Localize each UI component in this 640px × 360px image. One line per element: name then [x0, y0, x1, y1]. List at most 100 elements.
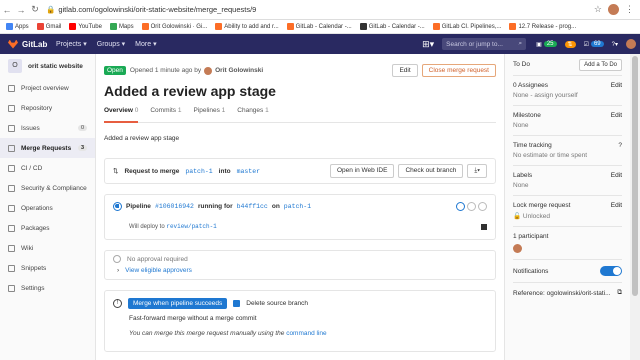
browser-menu-icon[interactable]: ⋮: [625, 4, 634, 15]
gitlab-logo[interactable]: GitLab: [8, 39, 56, 49]
sidebar-item-project-overview[interactable]: Project overview: [0, 78, 95, 98]
pipeline-id-link[interactable]: #106016942: [155, 203, 194, 210]
bookmark-label: Gmail: [45, 23, 62, 30]
author-name[interactable]: Orit Golowinski: [215, 67, 263, 74]
stage-running-icon[interactable]: [456, 202, 465, 211]
running-status-icon[interactable]: [113, 202, 122, 211]
bookmark-favicon-icon: [286, 23, 294, 30]
add-todo-button[interactable]: Add a To Do: [579, 58, 622, 71]
todo-section: To Do Add a To Do: [513, 54, 622, 76]
top-menu: Projects ▾ Groups ▾ More ▾: [56, 40, 157, 48]
bookmark-item[interactable]: Maps: [109, 23, 134, 30]
bookmark-item[interactable]: 12.7 Release - prog...: [509, 23, 576, 30]
participant-avatar[interactable]: [513, 244, 522, 253]
sidebar-item-security-compliance[interactable]: Security & Compliance: [0, 178, 95, 198]
sidebar-item-label: Merge Requests: [21, 144, 72, 152]
pipeline-label: Pipeline: [126, 203, 151, 210]
back-icon[interactable]: ←: [0, 5, 14, 15]
deploy-target-link[interactable]: review/patch-1: [166, 223, 216, 230]
notifications-toggle[interactable]: [600, 266, 622, 276]
new-item-icon[interactable]: ⊞▾: [422, 39, 434, 50]
tab-commits[interactable]: Commits 1: [150, 107, 181, 123]
view-approvers-link[interactable]: View eligible approvers: [125, 267, 192, 274]
target-branch[interactable]: master: [237, 168, 260, 175]
project-header[interactable]: O orit static website: [0, 54, 95, 78]
bookmark-label: Maps: [118, 23, 134, 30]
open-web-ide-button[interactable]: Open in Web IDE: [329, 164, 395, 178]
delete-source-branch-checkbox[interactable]: [233, 300, 241, 307]
close-mr-button[interactable]: Close merge request: [421, 64, 496, 77]
mr-counter[interactable]: ⇅: [564, 40, 576, 48]
sidebar-item-icon: [8, 124, 15, 132]
search-input[interactable]: Search or jump to... ⌕: [442, 38, 527, 50]
browser-profile-avatar[interactable]: [608, 4, 619, 15]
opened-text: Opened 1 minute ago by: [129, 67, 202, 74]
help-circle-icon[interactable]: ?: [618, 142, 622, 149]
labels-edit-link[interactable]: Edit: [611, 172, 622, 179]
lock-edit-link[interactable]: Edit: [611, 202, 622, 209]
copy-icon[interactable]: ⧉: [617, 289, 622, 297]
help-menu[interactable]: ?▾: [612, 41, 618, 48]
address-bar[interactable]: 🔒 gitlab.com/ogolowinski/orit-static-webs…: [46, 5, 594, 14]
sidebar-item-merge-requests[interactable]: Merge Requests 3: [0, 138, 95, 158]
sidebar-item-ci-cd[interactable]: CI / CD: [0, 158, 95, 178]
tab-overview[interactable]: Overview 0: [104, 107, 139, 123]
source-branch[interactable]: patch-1: [185, 168, 212, 175]
checkout-branch-button[interactable]: Check out branch: [398, 164, 464, 178]
pipeline-branch-link[interactable]: patch-1: [284, 203, 311, 210]
tab-pipelines[interactable]: Pipelines 1: [193, 107, 225, 123]
labels-section: Labels Edit None: [513, 166, 622, 196]
scrollbar[interactable]: [630, 54, 640, 360]
assignees-value[interactable]: None - assign yourself: [513, 92, 622, 99]
bookmark-item[interactable]: Apps: [6, 23, 29, 30]
sidebar-item-issues[interactable]: Issues 0: [0, 118, 95, 138]
commit-sha-link[interactable]: b44ff1cc: [237, 203, 268, 210]
main-content: Open Opened 1 minute ago by Orit Golowin…: [96, 54, 504, 360]
bookmark-item[interactable]: GitLab - Calendar -...: [359, 23, 425, 30]
sidebar-item-operations[interactable]: Operations: [0, 198, 95, 218]
author-avatar[interactable]: [204, 66, 213, 75]
sidebar-item-packages[interactable]: Packages: [0, 218, 95, 238]
bookmark-item[interactable]: Ability to add and r...: [215, 23, 279, 30]
issues-counter[interactable]: ▣ 25: [536, 41, 557, 48]
groups-menu[interactable]: Groups ▾: [97, 40, 125, 48]
command-line-link[interactable]: command line: [286, 330, 326, 337]
star-icon[interactable]: ☆: [594, 4, 602, 15]
chevron-right-icon[interactable]: ›: [117, 267, 119, 274]
download-dropdown[interactable]: ⤓▾: [467, 164, 487, 178]
delete-branch-label[interactable]: Delete source branch: [246, 300, 308, 307]
merge-when-pipeline-succeeds-button[interactable]: Merge when pipeline succeeds: [128, 298, 228, 309]
forward-icon[interactable]: →: [14, 5, 28, 15]
more-menu[interactable]: More ▾: [135, 40, 156, 48]
request-label: Request to merge: [124, 167, 180, 175]
tab-count: 1: [177, 107, 182, 114]
stage-created-icon[interactable]: [467, 202, 476, 211]
assignees-edit-link[interactable]: Edit: [611, 82, 622, 89]
reload-icon[interactable]: ↻: [28, 4, 42, 15]
sidebar-item-snippets[interactable]: Snippets: [0, 258, 95, 278]
stop-environment-icon[interactable]: [481, 223, 487, 230]
bookmarks-bar: Apps Gmail YouTube Maps Orit Golowinski · Gi…: [0, 20, 640, 34]
stage-created-icon[interactable]: [478, 202, 487, 211]
todo-counter[interactable]: ☑ 69: [584, 41, 604, 48]
milestone-edit-link[interactable]: Edit: [611, 112, 622, 119]
sidebar-item-repository[interactable]: Repository: [0, 98, 95, 118]
edit-button[interactable]: Edit: [392, 64, 418, 77]
project-name: orit static website: [28, 62, 83, 70]
merge-widget: ! Merge when pipeline succeeds Delete so…: [104, 290, 496, 352]
bookmark-item[interactable]: Gmail: [36, 23, 62, 30]
download-icon: ⤓▾: [474, 167, 480, 174]
bookmark-item[interactable]: YouTube: [69, 23, 102, 30]
projects-menu[interactable]: Projects ▾: [56, 40, 87, 48]
time-tracking-section: Time tracking? No estimate or time spent: [513, 136, 622, 166]
bookmark-item[interactable]: GitLab - Calendar -...: [286, 23, 352, 30]
sidebar-item-settings[interactable]: Settings: [0, 278, 95, 298]
user-avatar[interactable]: [626, 39, 636, 49]
bookmark-item[interactable]: Orit Golowinski · Gi...: [141, 23, 207, 30]
tab-changes[interactable]: Changes 1: [237, 107, 268, 123]
sidebar-item-icon: [8, 184, 15, 192]
participants-label: 1 participant: [513, 233, 549, 240]
sidebar-item-wiki[interactable]: Wiki: [0, 238, 95, 258]
scrollbar-thumb[interactable]: [632, 56, 638, 296]
bookmark-item[interactable]: GitLab CI. Pipelines,...: [432, 23, 501, 30]
